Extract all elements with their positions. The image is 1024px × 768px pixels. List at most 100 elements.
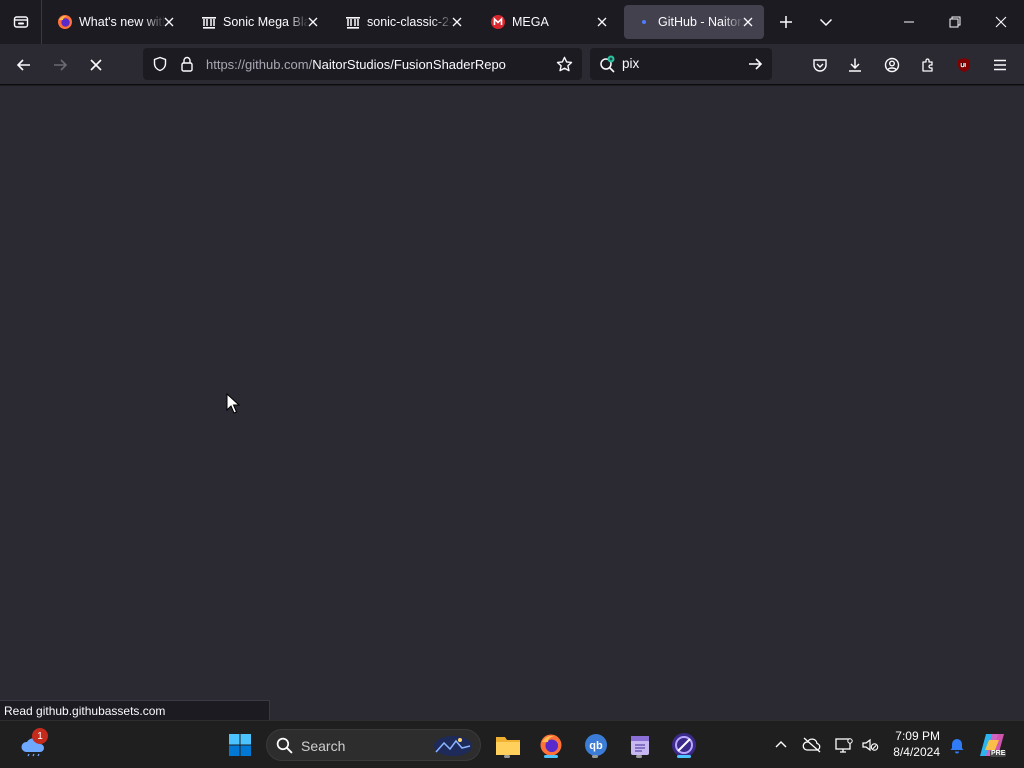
windows-logo-icon: [229, 734, 251, 756]
clock-date: 8/4/2024: [893, 745, 940, 759]
forward-button[interactable]: [45, 50, 75, 80]
close-tab-icon[interactable]: [305, 14, 321, 30]
close-tab-icon[interactable]: [449, 14, 465, 30]
active-indicator: [544, 755, 558, 758]
pocket-icon: [813, 59, 827, 72]
puzzle-icon: [922, 58, 933, 72]
taskbar-file-explorer[interactable]: [492, 729, 524, 761]
close-tab-icon[interactable]: [594, 14, 610, 30]
tab-github[interactable]: GitHub - NaitorStudios: [624, 5, 764, 39]
taskbar-app[interactable]: [668, 729, 700, 761]
firefox-view-button[interactable]: [0, 0, 42, 44]
firefox-icon: [57, 14, 73, 30]
onedrive-tray[interactable]: [800, 733, 824, 757]
minimize-icon: [904, 21, 914, 23]
active-indicator: [677, 755, 691, 758]
hamburger-menu-icon: [994, 59, 1006, 71]
taskbar-qbittorrent[interactable]: qb: [580, 729, 612, 761]
navigation-toolbar: https://github.com/NaitorStudios/FusionS…: [0, 44, 1024, 85]
app-menu-button[interactable]: [985, 50, 1015, 80]
new-tab-button[interactable]: [772, 8, 800, 36]
tab-label: GitHub - NaitorStudios: [658, 15, 744, 29]
taskbar-search-placeholder: Search: [301, 738, 346, 754]
close-tab-icon[interactable]: [161, 14, 177, 30]
search-input[interactable]: pix: [622, 56, 639, 71]
lock-icon[interactable]: [179, 55, 195, 78]
stop-loading-icon: [90, 59, 102, 71]
restore-button[interactable]: [932, 0, 978, 44]
running-indicator: [592, 755, 598, 758]
stop-button[interactable]: [81, 50, 111, 80]
bookmark-star-icon[interactable]: [556, 56, 573, 78]
archive-icon: [345, 14, 361, 30]
status-text: Read github.githubassets.com: [4, 704, 166, 718]
notepad-icon: [631, 736, 649, 755]
plus-icon: [780, 16, 792, 28]
clock-time: 7:09 PM: [895, 729, 940, 743]
page-content: [0, 86, 1024, 720]
bell-icon: [950, 739, 964, 754]
url-path: NaitorStudios/FusionShaderRepo: [312, 57, 506, 72]
close-tab-icon[interactable]: [740, 14, 756, 30]
download-icon: [849, 58, 861, 72]
account-button[interactable]: [877, 50, 907, 80]
arrow-left-icon: [16, 59, 30, 71]
tab-whats-new[interactable]: What's new with Firefox: [45, 5, 185, 39]
taskbar-firefox[interactable]: [535, 729, 567, 761]
downloads-button[interactable]: [840, 50, 870, 80]
tab-sonic-classic[interactable]: sonic-classic-2-: [333, 5, 473, 39]
display-tray[interactable]: [832, 733, 856, 757]
tracking-shield-icon[interactable]: [152, 56, 168, 77]
chevron-down-icon: [819, 18, 833, 27]
url-text[interactable]: https://github.com/NaitorStudios/FusionS…: [206, 57, 531, 72]
pocket-button[interactable]: [805, 50, 835, 80]
ublock-shield-icon: [958, 58, 970, 72]
notifications-button[interactable]: [946, 733, 968, 757]
system-clock[interactable]: 7:09 PM 8/4/2024: [893, 728, 940, 760]
search-icon: [276, 737, 293, 759]
running-indicator: [636, 755, 642, 758]
back-button[interactable]: [9, 50, 39, 80]
weather-widget[interactable]: 1: [18, 728, 50, 761]
status-panel: Read github.githubassets.com: [0, 700, 270, 720]
firefox-icon: [540, 734, 562, 756]
speaker-muted-icon: [862, 738, 879, 752]
taskbar-notepad[interactable]: [624, 729, 656, 761]
volume-tray[interactable]: [858, 733, 882, 757]
firefox-view-icon: [13, 16, 28, 28]
running-indicator: [504, 755, 510, 758]
tab-strip: What's new with Firefox Sonic Mega Blast…: [0, 0, 1024, 44]
qbittorrent-icon: qb: [585, 734, 607, 756]
tab-sonic-mega-blast[interactable]: Sonic Mega Blast: [189, 5, 329, 39]
preview-badge: PRE: [990, 750, 1007, 757]
chevron-up-icon: [775, 741, 787, 748]
tab-label: What's new with Firefox: [79, 15, 165, 29]
archive-icon: [201, 14, 217, 30]
search-engine-icon[interactable]: [599, 55, 617, 78]
restore-icon: [949, 16, 961, 28]
close-window-button[interactable]: [978, 0, 1024, 44]
url-bar[interactable]: https://github.com/NaitorStudios/FusionS…: [143, 48, 582, 80]
monitor-icon: [835, 738, 853, 753]
extensions-button[interactable]: [913, 50, 943, 80]
go-arrow-icon[interactable]: [747, 56, 763, 77]
svg-text:qb: qb: [589, 740, 603, 752]
ublock-origin-button[interactable]: [949, 50, 979, 80]
minimize-button[interactable]: [886, 0, 932, 44]
account-icon: [884, 57, 900, 73]
taskbar-search-box[interactable]: Search: [266, 729, 481, 761]
close-icon: [995, 16, 1007, 28]
search-bar[interactable]: pix: [590, 48, 772, 80]
tab-mega[interactable]: MEGA: [478, 5, 618, 39]
copilot-button[interactable]: PRE: [976, 729, 1008, 761]
mouse-cursor-icon: [226, 392, 241, 420]
list-all-tabs-button[interactable]: [812, 8, 840, 36]
start-button[interactable]: [224, 729, 256, 761]
loading-dot-icon: [636, 14, 652, 30]
arrow-right-icon: [54, 59, 68, 71]
folder-icon: [496, 737, 520, 755]
tab-label: sonic-classic-2-: [367, 15, 453, 29]
notification-count-badge: 1: [32, 728, 48, 744]
show-hidden-icons-button[interactable]: [770, 733, 792, 757]
tab-label: Sonic Mega Blast: [223, 15, 309, 29]
